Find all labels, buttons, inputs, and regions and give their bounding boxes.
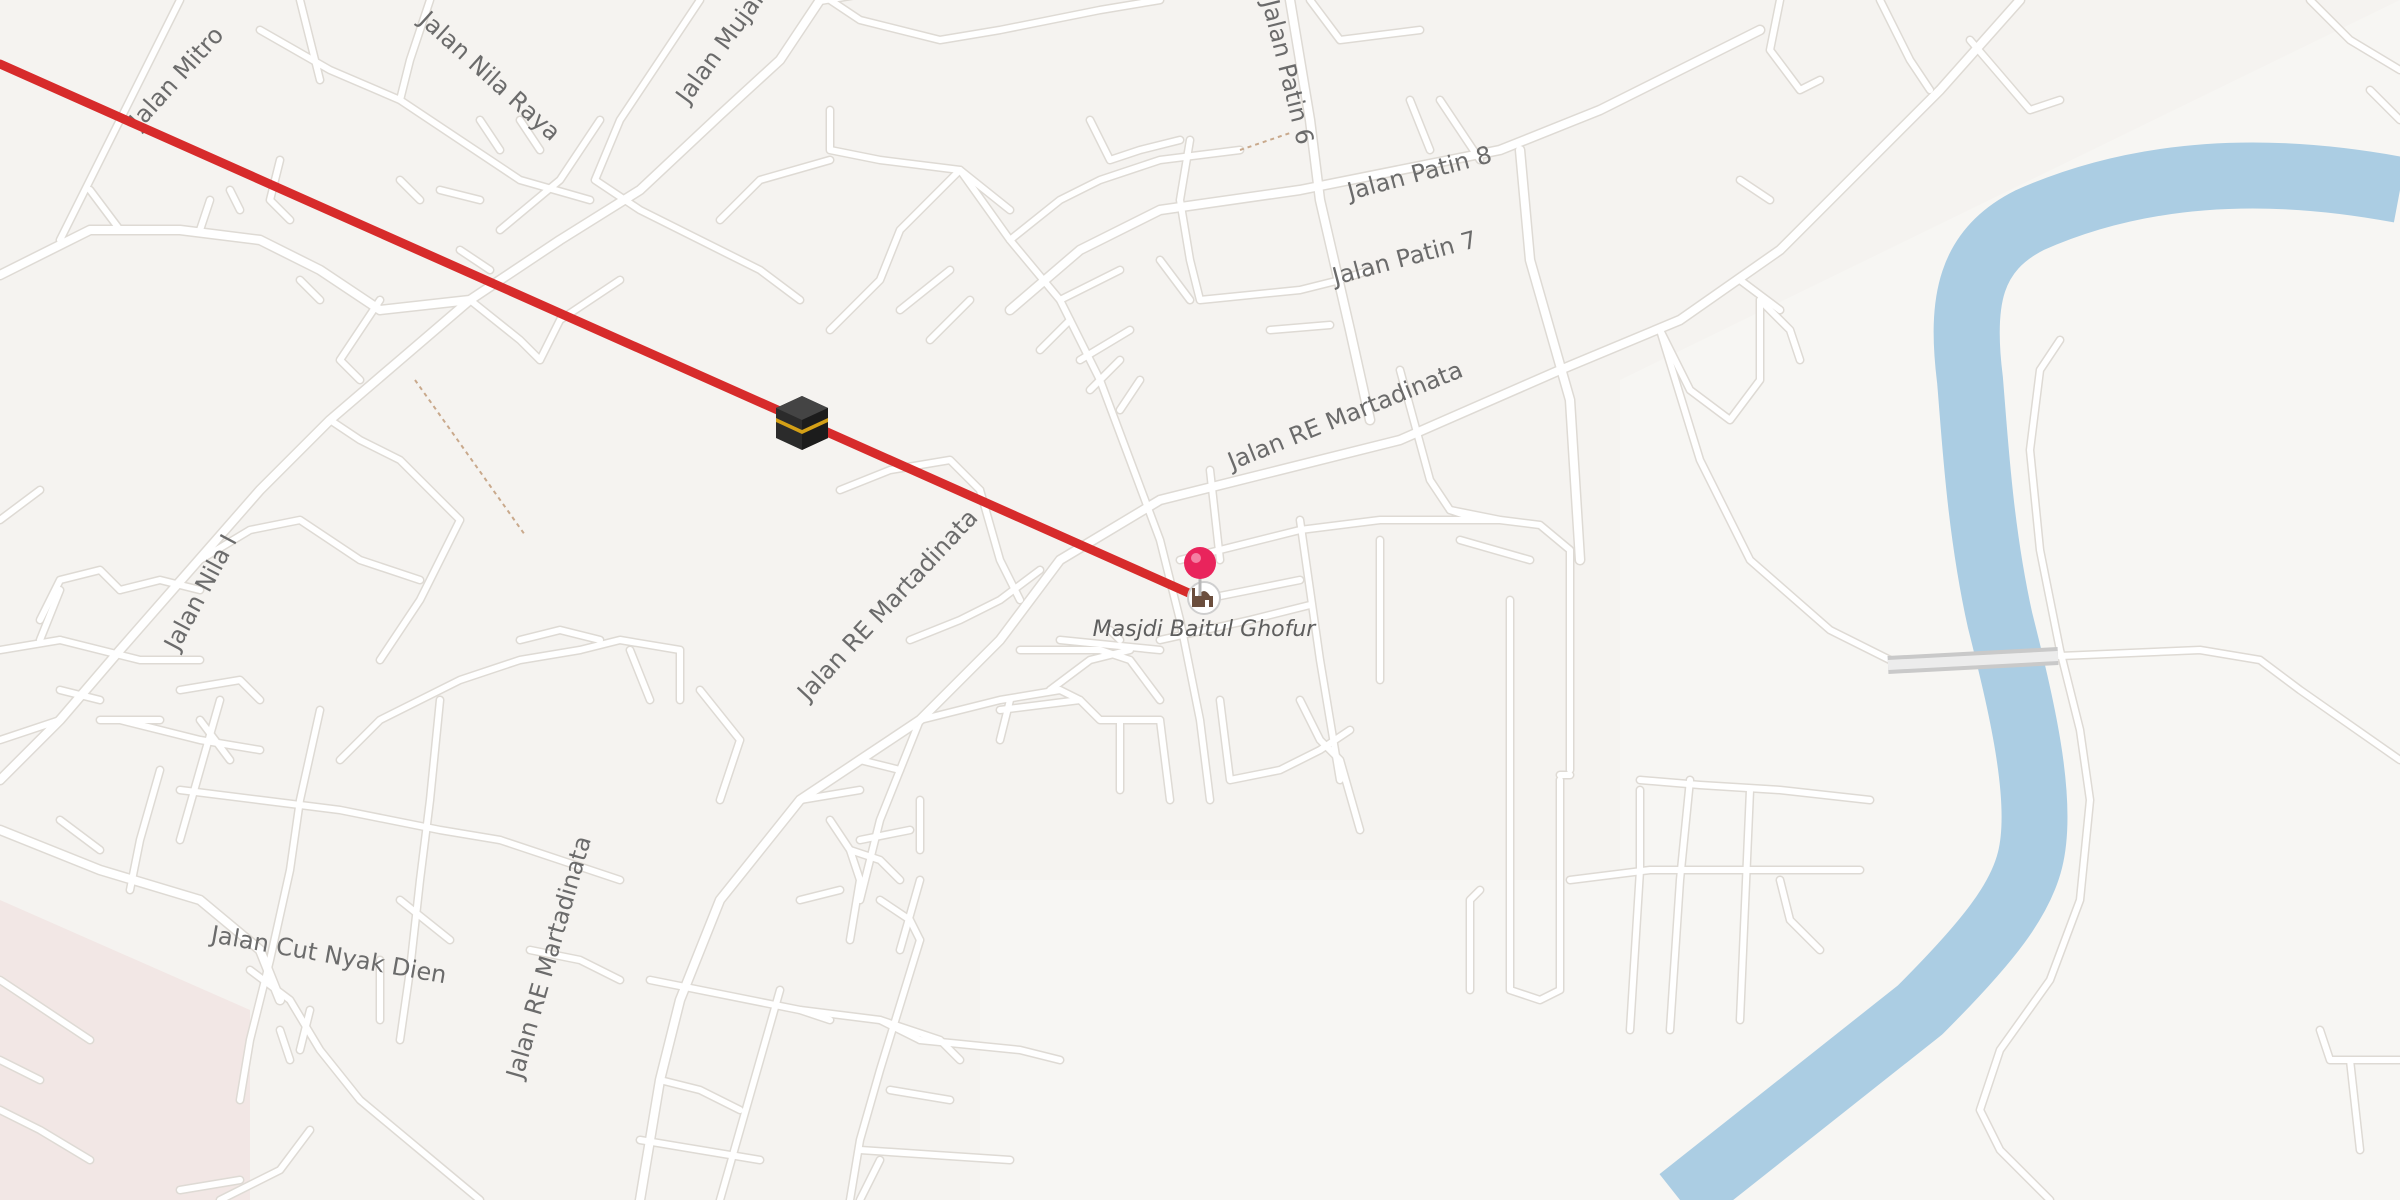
poi-label: Masjdi Baitul Ghofur: [1093, 617, 1318, 642]
map-view[interactable]: Jalan Mitro Jalan Nila Raya Jalan Mujair…: [0, 0, 2400, 1200]
